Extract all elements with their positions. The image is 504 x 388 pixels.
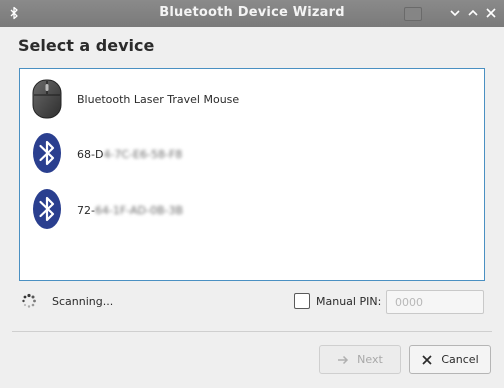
manual-pin-label: Manual PIN: <box>316 295 382 308</box>
list-item-device-bluetooth[interactable]: 68-D4-7C-E6-58-F8 <box>20 127 484 183</box>
window-title: Bluetooth Device Wizard <box>159 5 345 20</box>
manual-pin-checkbox[interactable] <box>294 293 310 309</box>
bluetooth-icon <box>31 132 63 174</box>
window-titlebar[interactable]: Bluetooth Device Wizard <box>0 0 504 27</box>
device-label-visible: 72- <box>77 204 95 217</box>
divider <box>12 331 492 332</box>
close-icon <box>422 354 432 365</box>
next-button[interactable]: Next <box>319 345 401 374</box>
device-label: Bluetooth Laser Travel Mouse <box>77 93 240 106</box>
device-label: 68-D4-7C-E6-58-F8 <box>77 148 182 161</box>
status-text: Scanning... <box>52 295 114 308</box>
cancel-button-label: Cancel <box>441 353 479 366</box>
device-list[interactable]: Bluetooth Laser Travel Mouse 68-D4-7C-E6… <box>19 68 485 281</box>
page-title: Select a device <box>18 36 155 55</box>
close-icon[interactable] <box>484 6 498 20</box>
list-item-device-mouse[interactable]: Bluetooth Laser Travel Mouse <box>20 71 484 127</box>
list-item-device-bluetooth[interactable]: 72-64-1F-AD-0B-3B <box>20 183 484 239</box>
maximize-icon[interactable] <box>466 6 480 20</box>
manual-pin-input[interactable] <box>386 290 484 314</box>
background-window-icon <box>404 7 422 21</box>
cancel-button[interactable]: Cancel <box>409 345 491 374</box>
device-label-obscured: 64-1F-AD-0B-3B <box>94 204 184 217</box>
spinner-icon <box>21 293 37 309</box>
mouse-icon <box>31 78 63 120</box>
bluetooth-icon <box>31 188 63 230</box>
next-button-label: Next <box>357 353 383 366</box>
minimize-icon[interactable] <box>448 6 462 20</box>
arrow-right-icon <box>338 355 349 364</box>
device-label: 72-64-1F-AD-0B-3B <box>77 204 183 217</box>
device-label-visible: 68-D <box>77 148 104 161</box>
device-label-obscured: 4-7C-E6-58-F8 <box>103 148 183 161</box>
